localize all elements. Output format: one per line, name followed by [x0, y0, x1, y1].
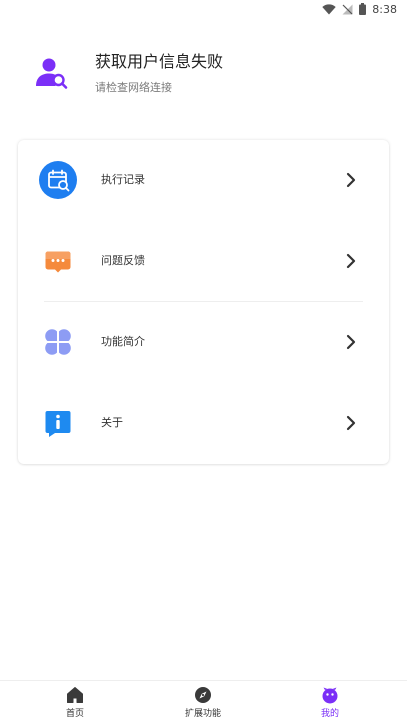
- chevron-right-icon: [346, 253, 356, 269]
- nav-tab-label: 我的: [320, 709, 339, 719]
- profile-title: 获取用户信息失败: [95, 52, 224, 71]
- calendar-search-icon: [39, 161, 77, 199]
- status-time: 8:38: [372, 2, 397, 16]
- home-icon: [67, 687, 83, 703]
- chevron-right-icon: [346, 334, 356, 350]
- nav-tab-mine[interactable]: 我的: [290, 686, 370, 722]
- nav-tab-home[interactable]: 首页: [35, 686, 115, 722]
- menu-item-label: 执行记录: [101, 173, 145, 186]
- bottom-nav: 首页 扩展功能 我的: [0, 680, 407, 725]
- menu-item-label: 问题反馈: [101, 254, 145, 267]
- info-bubble-icon: [39, 404, 77, 442]
- battery-icon: [359, 3, 367, 15]
- menu-card: 执行记录 问题反馈 功能简介 关于: [18, 140, 389, 464]
- wifi-icon: [322, 3, 336, 14]
- mascot-icon: [322, 687, 338, 704]
- profile-header[interactable]: 获取用户信息失败 请检查网络连接: [30, 46, 390, 106]
- chevron-right-icon: [346, 172, 356, 188]
- menu-item-label: 功能简介: [101, 335, 145, 348]
- chat-bubble-icon: [39, 242, 77, 280]
- nav-tab-label: 首页: [65, 709, 84, 719]
- nav-tab-label: 扩展功能: [184, 709, 221, 719]
- nav-tab-extensions[interactable]: 扩展功能: [163, 686, 243, 722]
- menu-item-execution-records[interactable]: 执行记录: [18, 140, 389, 220]
- menu-item-feature-intro[interactable]: 功能简介: [18, 302, 389, 382]
- compass-icon: [195, 687, 211, 703]
- four-petal-icon: [39, 323, 77, 361]
- user-search-icon: [36, 58, 68, 89]
- status-bar: 8:38: [0, 0, 407, 18]
- profile-subtitle: 请检查网络连接: [95, 81, 172, 94]
- menu-item-label: 关于: [101, 416, 123, 429]
- menu-item-feedback[interactable]: 问题反馈: [18, 221, 389, 301]
- no-signal-icon: [342, 4, 353, 14]
- menu-item-about[interactable]: 关于: [18, 383, 389, 463]
- chevron-right-icon: [346, 415, 356, 431]
